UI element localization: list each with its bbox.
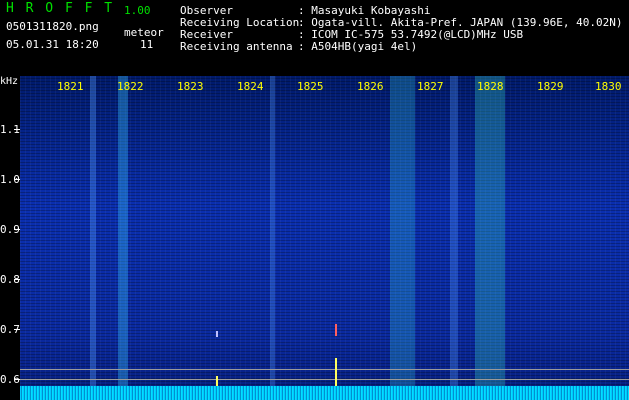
hour-tick-1828: 1828 (477, 80, 504, 93)
filename-label: 0501311820.png (6, 20, 99, 33)
hour-tick-1822: 1822 (117, 80, 144, 93)
app-title: H R O F F T (6, 1, 115, 16)
hour-tick-1825: 1825 (297, 80, 324, 93)
spectrogram-plot: 1821 1822 1823 1824 1825 1826 1827 1828 … (20, 76, 629, 400)
signal-stripe (90, 76, 96, 386)
hour-tick-1824: 1824 (237, 80, 264, 93)
reference-line (20, 379, 629, 380)
version-label: 1.00 (124, 4, 151, 17)
antenna-value: : A504HB(yagi 4el) (298, 40, 418, 53)
y-tickmark (14, 129, 20, 130)
hour-tick-1826: 1826 (357, 80, 384, 93)
signal-stripe (475, 76, 505, 386)
y-unit-label: kHz (0, 76, 19, 87)
signal-level-band (20, 386, 629, 400)
meteor-count: 11 (140, 38, 154, 51)
y-tickmark (14, 279, 20, 280)
hour-tick-1829: 1829 (537, 80, 564, 93)
y-tickmark (14, 329, 20, 330)
y-tickmark (14, 229, 20, 230)
header-panel: H R O F F T 1.00 0501311820.png meteor 0… (0, 0, 629, 76)
signal-stripe (450, 76, 458, 386)
y-tickmark (14, 379, 20, 380)
reference-line (20, 369, 629, 370)
antenna-label: Receiving antenna (180, 40, 293, 53)
hour-tick-1827: 1827 (417, 80, 444, 93)
datetime-label: 05.01.31 18:20 (6, 38, 99, 51)
signal-stripe (118, 76, 128, 386)
y-tickmark (14, 179, 20, 180)
signal-stripe (270, 76, 275, 386)
hour-tick-1830: 1830 (595, 80, 622, 93)
signal-stripe (390, 76, 415, 386)
hour-tick-1821: 1821 (57, 80, 84, 93)
hour-tick-1823: 1823 (177, 80, 204, 93)
meteor-echo (216, 331, 218, 337)
meteor-echo (335, 324, 337, 336)
